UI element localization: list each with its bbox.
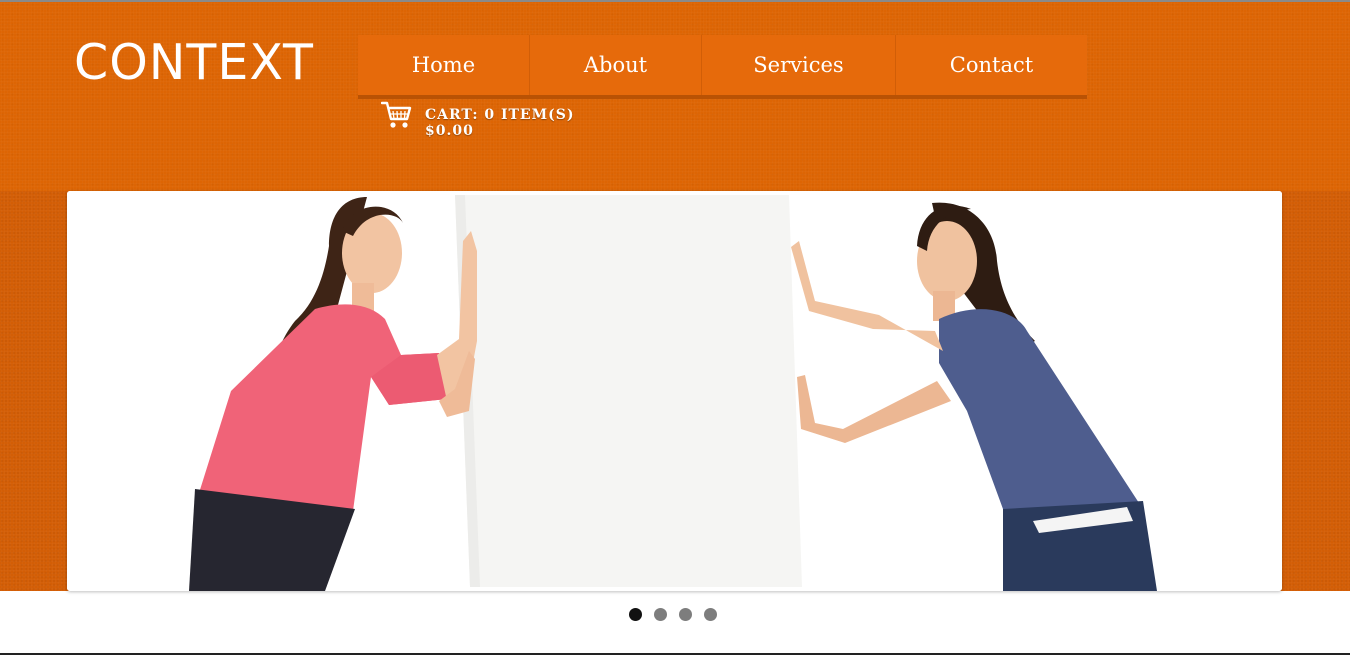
shopping-cart-icon [381, 101, 412, 128]
image-slider [67, 191, 1282, 591]
cart-total: $0.00 [425, 123, 474, 139]
nav-item-about[interactable]: About [530, 35, 702, 95]
slider-dot-3[interactable] [679, 608, 692, 621]
nav-item-services[interactable]: Services [702, 35, 896, 95]
slider-pagination [629, 608, 717, 621]
nav-item-home[interactable]: Home [358, 35, 530, 95]
cart-text: CART: 0 ITEM(S) $0.00 [425, 100, 574, 139]
page: CONTEXT Home About Services Contact CART… [0, 0, 1350, 655]
main-nav: Home About Services Contact [358, 35, 1087, 99]
slider-dot-2[interactable] [654, 608, 667, 621]
site-logo[interactable]: CONTEXT [74, 34, 314, 92]
nav-item-contact[interactable]: Contact [896, 35, 1087, 95]
cart-widget[interactable]: CART: 0 ITEM(S) $0.00 [381, 100, 574, 139]
slide-image [67, 191, 1282, 591]
slider-dot-1[interactable] [629, 608, 642, 621]
cart-summary: CART: 0 ITEM(S) [425, 107, 575, 123]
slider-dot-4[interactable] [704, 608, 717, 621]
